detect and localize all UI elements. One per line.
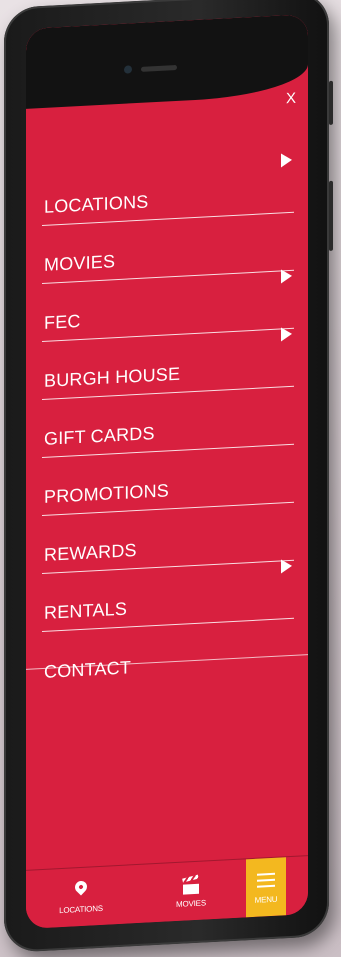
arrow-right-icon[interactable]: [281, 152, 292, 168]
power-button: [329, 180, 333, 251]
tab-label: MOVIES: [176, 897, 206, 909]
app-screen: X LOCATIONS MOVIES FEC BURGH HOUSE GIFT …: [26, 14, 308, 929]
tab-locations[interactable]: LOCATIONS: [26, 865, 136, 929]
phone-frame: X LOCATIONS MOVIES FEC BURGH HOUSE GIFT …: [4, 0, 333, 954]
volume-button: [329, 80, 333, 125]
camera-icon: [124, 65, 132, 74]
menu-item-label: MOVIES: [44, 251, 116, 275]
close-icon[interactable]: X: [286, 90, 296, 108]
tab-menu[interactable]: MENU: [246, 857, 286, 918]
arrow-right-icon[interactable]: [281, 558, 292, 574]
menu-item-contact[interactable]: CONTACT: [42, 619, 294, 690]
tab-label: LOCATIONS: [59, 903, 103, 915]
navigation-menu: LOCATIONS MOVIES FEC BURGH HOUSE GIFT CA…: [42, 152, 294, 690]
bottom-tab-bar: LOCATIONS MOVIES MENU: [26, 855, 308, 929]
hamburger-icon: [256, 870, 276, 891]
clapperboard-icon: [181, 874, 201, 895]
location-pin-icon: [71, 877, 91, 901]
menu-item-label: GIFT CARDS: [44, 423, 155, 449]
phone-notch: [26, 14, 308, 109]
menu-item-label: CONTACT: [44, 657, 132, 682]
menu-item-label: PROMOTIONS: [44, 480, 170, 507]
speaker-icon: [141, 64, 177, 72]
menu-item-label: LOCATIONS: [44, 191, 149, 217]
menu-item-label: RENTALS: [44, 598, 128, 623]
tab-label: MENU: [254, 894, 278, 905]
menu-item-label: REWARDS: [44, 540, 137, 565]
arrow-right-icon[interactable]: [281, 326, 292, 342]
menu-item-label: FEC: [44, 310, 81, 333]
arrow-right-icon[interactable]: [281, 268, 292, 284]
tab-movies[interactable]: MOVIES: [136, 859, 246, 923]
menu-item-label: BURGH HOUSE: [44, 363, 181, 391]
